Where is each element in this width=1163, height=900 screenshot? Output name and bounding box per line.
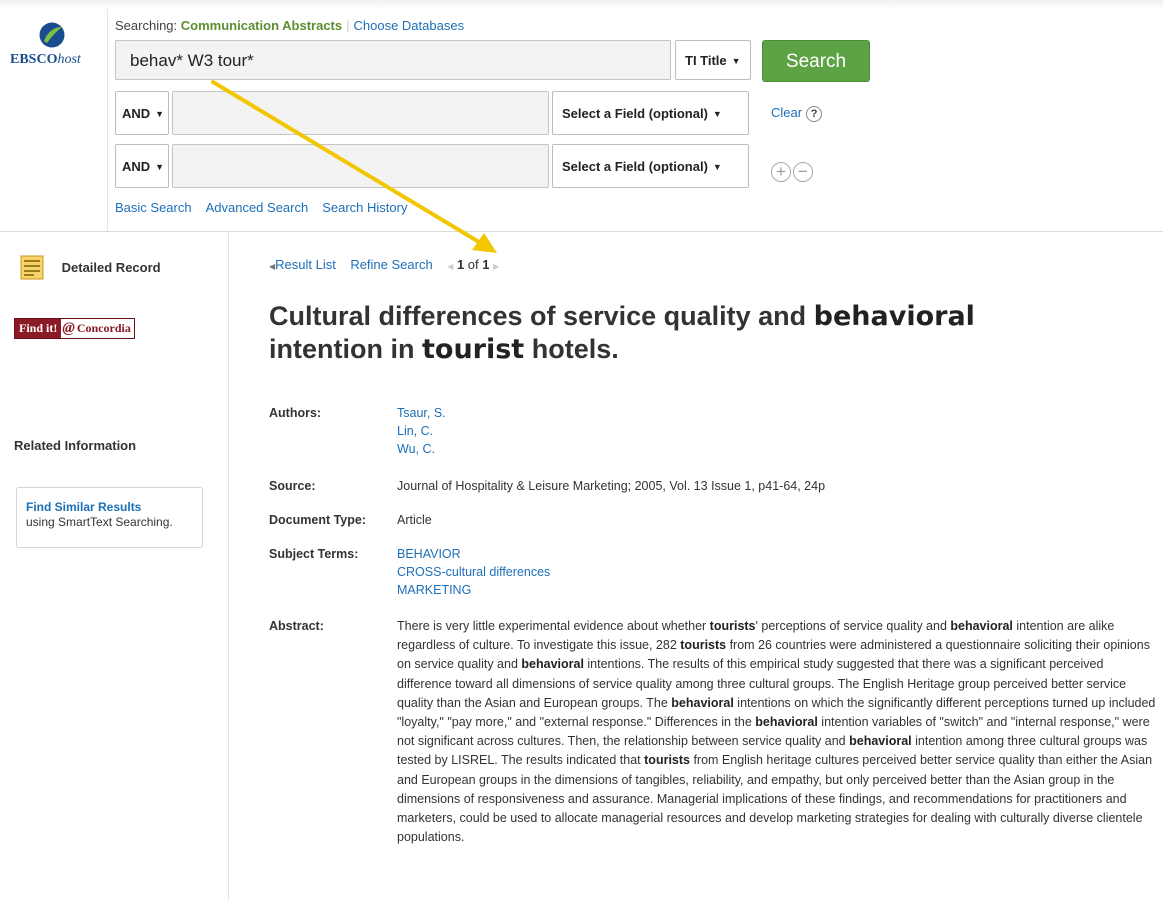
author-link[interactable]: Wu, C. (397, 440, 446, 458)
document-icon (20, 255, 44, 280)
record-total: 1 (482, 257, 490, 272)
authors-label: Authors: (269, 406, 322, 420)
ebsco-leaf-icon (39, 22, 65, 48)
detailed-record-label: Detailed Record (61, 260, 161, 275)
help-icon[interactable]: ? (806, 106, 823, 122)
abstract-highlight: behavioral (755, 715, 818, 730)
search-input-3[interactable] (172, 144, 549, 188)
result-navigation: ◀Result List Refine Search ◀ 1 of 1 ▶ (269, 257, 499, 272)
detailed-record-item[interactable]: Detailed Record (20, 255, 161, 280)
abstract-highlight: tourists (680, 638, 727, 653)
abstract-text: There is very little experimental eviden… (397, 617, 1160, 847)
search-mode-links: Basic Search Advanced Search Search Histor… (115, 200, 421, 215)
subject-term-link[interactable]: MARKETING (397, 581, 550, 599)
authors-list: Tsaur, S. Lin, C. Wu, C. (397, 404, 446, 458)
boolean-operator-3[interactable]: AND ▼ (115, 144, 169, 188)
source-value: Journal of Hospitality & Leisure Marketi… (397, 479, 826, 493)
find-similar-link[interactable]: Find Similar Results (26, 500, 193, 515)
searching-label: Searching: (115, 18, 178, 33)
search-input-2[interactable] (172, 91, 549, 135)
operator-label: AND (122, 159, 151, 174)
remove-row-icon[interactable]: − (793, 162, 813, 182)
prev-record-icon: ◀ (447, 262, 454, 271)
advanced-search-link[interactable]: Advanced Search (206, 200, 309, 215)
abstract-segment: There is very little experimental eviden… (397, 619, 710, 633)
findit-concordia: Concordia (76, 321, 131, 335)
find-similar-box: Find Similar Results using SmartText Sea… (16, 487, 203, 548)
subject-terms-list: BEHAVIOR CROSS-cultural differences MARK… (397, 545, 550, 599)
title-highlight: behavioral (813, 301, 975, 332)
separator: | (346, 18, 350, 33)
logo-divider (107, 9, 108, 231)
record-title: Cultural differences of service quality … (269, 301, 975, 365)
abstract-label: Abstract: (269, 619, 324, 633)
left-sidebar: Detailed Record Find it! @ Concordia Relat… (0, 233, 229, 900)
add-row-icon[interactable]: + (771, 162, 791, 182)
clear-link[interactable]: Clear (771, 105, 802, 120)
caret-down-icon: ▼ (155, 162, 165, 172)
author-link[interactable]: Lin, C. (397, 422, 446, 440)
choose-databases-link[interactable]: Choose Databases (354, 18, 465, 33)
search-header: EBSCOhost Searching: Communication Abstr… (0, 0, 1163, 232)
source-label: Source: (269, 479, 316, 493)
next-record-icon: ▶ (493, 262, 500, 271)
refine-search-link[interactable]: Refine Search (350, 257, 432, 272)
subject-term-link[interactable]: CROSS-cultural differences (397, 563, 550, 581)
caret-down-icon: ▼ (712, 162, 722, 172)
ebsco-logo[interactable]: EBSCOhost (10, 22, 100, 76)
abstract-highlight: behavioral (849, 734, 912, 749)
abstract-highlight: behavioral (671, 695, 734, 710)
subject-term-link[interactable]: BEHAVIOR (397, 545, 550, 563)
document-type-value: Article (397, 513, 432, 527)
document-type-label: Document Type: (269, 513, 366, 527)
row-controls: + − (771, 162, 815, 182)
top-shadow (0, 0, 1163, 9)
caret-down-icon: ▼ (731, 56, 741, 66)
abstract-highlight: behavioral (950, 619, 1013, 633)
result-list-link[interactable]: ◀Result List (269, 257, 336, 272)
caret-down-icon: ▼ (155, 109, 165, 119)
related-information-heading: Related Information (14, 438, 137, 453)
abstract-highlight: tourists (644, 753, 690, 768)
title-highlight: tourist (421, 334, 525, 365)
database-name: Communication Abstracts (180, 18, 343, 33)
search-history-link[interactable]: Search History (322, 200, 407, 215)
field-select-2[interactable]: Select a Field (optional) ▼ (552, 91, 749, 135)
boolean-operator-2[interactable]: AND ▼ (115, 91, 169, 135)
record-of: of (467, 257, 479, 272)
search-input-1[interactable]: behav* W3 tour* (115, 40, 671, 80)
search-button[interactable]: Search (762, 40, 870, 82)
findit-label: Find it! (15, 319, 62, 338)
find-similar-sub: using SmartText Searching. (26, 515, 173, 529)
abstract-segment: ' perceptions of service quality and (755, 619, 951, 633)
clear-control: Clear? (771, 105, 823, 122)
field-select-1-label: TI Title (685, 53, 727, 68)
caret-down-icon: ▼ (712, 109, 722, 119)
basic-search-link[interactable]: Basic Search (115, 200, 192, 215)
field-select-3[interactable]: Select a Field (optional) ▼ (552, 144, 749, 188)
field-select-3-label: Select a Field (optional) (562, 159, 708, 174)
findit-concordia-button[interactable]: Find it! @ Concordia (14, 318, 135, 339)
logo-text: EBSCOhost (10, 52, 81, 67)
findit-at: @ (62, 320, 75, 336)
abstract-highlight: tourists (709, 619, 756, 633)
subject-terms-label: Subject Terms: (269, 547, 359, 561)
field-select-1[interactable]: TI Title ▼ (675, 40, 751, 80)
author-link[interactable]: Tsaur, S. (397, 404, 446, 422)
record-position: 1 (456, 257, 465, 272)
abstract-highlight: behavioral (521, 657, 584, 672)
field-select-2-label: Select a Field (optional) (562, 106, 708, 121)
searching-line: Searching: Communication Abstracts | Choos… (115, 18, 464, 33)
operator-label: AND (122, 106, 151, 121)
